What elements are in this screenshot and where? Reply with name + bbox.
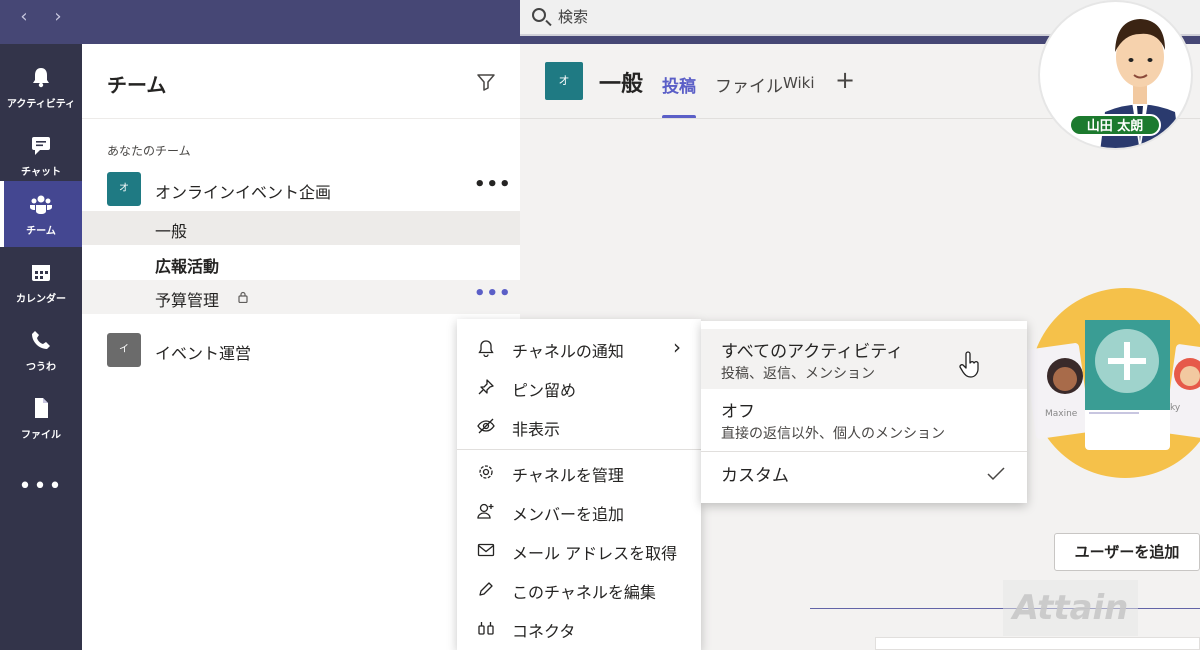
notification-submenu: すべてのアクティビティ 投稿、返信、メンション オフ 直接の返信以外、個人のメン… — [701, 321, 1027, 503]
card-name: Maxine — [1045, 409, 1078, 419]
menu-item-connectors[interactable]: コネクタ — [457, 609, 701, 647]
rail-label: つうわ — [26, 362, 56, 373]
option-all-activity[interactable]: すべてのアクティビティ 投稿、返信、メンション — [701, 329, 1027, 389]
menu-label: チャネルを管理 — [512, 466, 624, 485]
teams-panel: チーム あなたのチーム オ オンラインイベント企画 ••• 一般 広報活動 予算… — [82, 44, 520, 650]
more-apps-icon[interactable]: ••• — [0, 474, 82, 499]
option-custom[interactable]: カスタム — [701, 452, 1027, 498]
rail-label: カレンダー — [16, 294, 66, 305]
mail-icon — [477, 543, 495, 557]
option-subtitle: 投稿、返信、メンション — [721, 366, 875, 382]
menu-label: 非表示 — [512, 420, 561, 439]
rail-item-teams[interactable]: チーム — [0, 181, 82, 247]
option-title: カスタム — [721, 466, 789, 486]
divider — [457, 449, 701, 450]
presenter-name-badge: 山田 太朗 — [1069, 114, 1161, 136]
pin-icon — [478, 379, 494, 395]
more-options-icon[interactable]: ••• — [474, 283, 512, 304]
chat-icon — [32, 137, 50, 155]
team-name: イベント運営 — [155, 344, 252, 363]
rail-label: チャット — [21, 167, 61, 178]
team-avatar: イ — [107, 333, 141, 367]
back-arrow-icon[interactable]: ‹ — [14, 6, 34, 27]
add-user-button[interactable]: ユーザーを追加 — [1054, 533, 1200, 571]
gear-icon — [479, 465, 493, 479]
file-icon — [35, 398, 48, 418]
team-item[interactable]: イ イベント運営 — [82, 333, 520, 367]
menu-label: コネクタ — [512, 622, 576, 641]
search-icon — [532, 8, 546, 22]
rail-item-files[interactable]: ファイル — [0, 385, 82, 451]
checkmark-icon — [987, 467, 1005, 481]
channel-item-general[interactable]: 一般 — [82, 211, 520, 245]
team-name: オンラインイベント企画 — [155, 183, 332, 202]
divider — [82, 118, 520, 119]
empty-state-illustration: Maxine ky — [1025, 288, 1200, 478]
team-item[interactable]: オ オンラインイベント企画 ••• — [82, 172, 520, 206]
option-title: オフ — [721, 402, 755, 422]
add-person-icon — [477, 503, 494, 519]
rail-label: チーム — [26, 226, 56, 237]
panel-title: チーム — [107, 73, 167, 97]
more-options-icon[interactable]: ••• — [474, 174, 512, 195]
menu-label: ピン留め — [512, 381, 577, 400]
chevron-right-icon: › — [673, 335, 681, 359]
lock-icon — [238, 291, 248, 303]
menu-label: メンバーを追加 — [512, 505, 625, 524]
rail-label: ファイル — [21, 430, 61, 441]
phone-icon — [32, 331, 50, 349]
option-title: すべてのアクティビティ — [721, 342, 904, 362]
menu-item-add-member[interactable]: メンバーを追加 — [457, 492, 701, 530]
forward-arrow-icon[interactable]: › — [48, 6, 68, 27]
tab-files[interactable]: ファイル — [715, 72, 783, 97]
channel-name: 予算管理 — [155, 291, 220, 310]
app-rail: アクティビティ チャット チーム カレンダー つうわ ファイル ••• — [0, 44, 82, 650]
rail-item-activity[interactable]: アクティビティ — [0, 54, 82, 120]
add-tab-icon[interactable]: + — [835, 66, 855, 94]
tab-posts[interactable]: 投稿 — [662, 72, 696, 97]
option-off[interactable]: オフ 直接の返信以外、個人のメンション — [701, 389, 1027, 449]
hand-cursor-icon — [959, 351, 979, 378]
menu-label: このチャネルを編集 — [512, 583, 656, 602]
tab-wiki[interactable]: Wiki — [783, 74, 815, 92]
bell-icon — [33, 68, 49, 88]
menu-label: チャネルの通知 — [512, 342, 624, 361]
channel-context-menu: チャネルの通知 › ピン留め 非表示 チャネルを管理 メンバーを追加 メール ア… — [457, 319, 701, 650]
menu-item-get-email[interactable]: メール アドレスを取得 — [457, 531, 701, 569]
channel-name: 広報活動 — [155, 257, 220, 276]
filter-icon[interactable] — [476, 72, 496, 92]
message-card — [875, 637, 1200, 650]
connector-icon — [478, 622, 494, 635]
calendar-icon — [32, 265, 50, 281]
search-input[interactable]: 検索 — [558, 6, 588, 27]
menu-item-channel-notifications[interactable]: チャネルの通知 › — [457, 329, 701, 367]
rail-item-calls[interactable]: つうわ — [0, 317, 82, 383]
pencil-icon — [479, 582, 493, 596]
title-bar: ‹ › 検索 — [0, 0, 1200, 44]
teams-icon — [30, 195, 52, 214]
rail-item-chat[interactable]: チャット — [0, 122, 82, 188]
channel-item-pr[interactable]: 広報活動 — [82, 246, 520, 280]
watermark-logo: Attain — [1003, 580, 1138, 636]
channel-name: 一般 — [155, 222, 188, 241]
menu-item-hide[interactable]: 非表示 — [457, 407, 701, 445]
team-avatar: オ — [107, 172, 141, 206]
menu-item-pin[interactable]: ピン留め — [457, 368, 701, 406]
menu-item-manage-channel[interactable]: チャネルを管理 — [457, 453, 701, 491]
channel-header: オ 一般 投稿 ファイル Wiki + — [520, 44, 1040, 120]
channel-avatar: オ — [545, 62, 583, 100]
rail-label: アクティビティ — [6, 99, 76, 110]
option-subtitle: 直接の返信以外、個人のメンション — [721, 426, 945, 442]
rail-item-calendar[interactable]: カレンダー — [0, 249, 82, 315]
channel-title: 一般 — [599, 72, 644, 97]
menu-item-edit-channel[interactable]: このチャネルを編集 — [457, 570, 701, 608]
bell-icon — [478, 340, 494, 357]
card-name: ky — [1170, 403, 1181, 413]
eye-hidden-icon — [477, 418, 495, 434]
menu-label: メール アドレスを取得 — [512, 544, 678, 563]
channel-item-budget[interactable]: 予算管理 ••• — [82, 280, 520, 314]
section-label: あなたのチーム — [107, 144, 191, 158]
